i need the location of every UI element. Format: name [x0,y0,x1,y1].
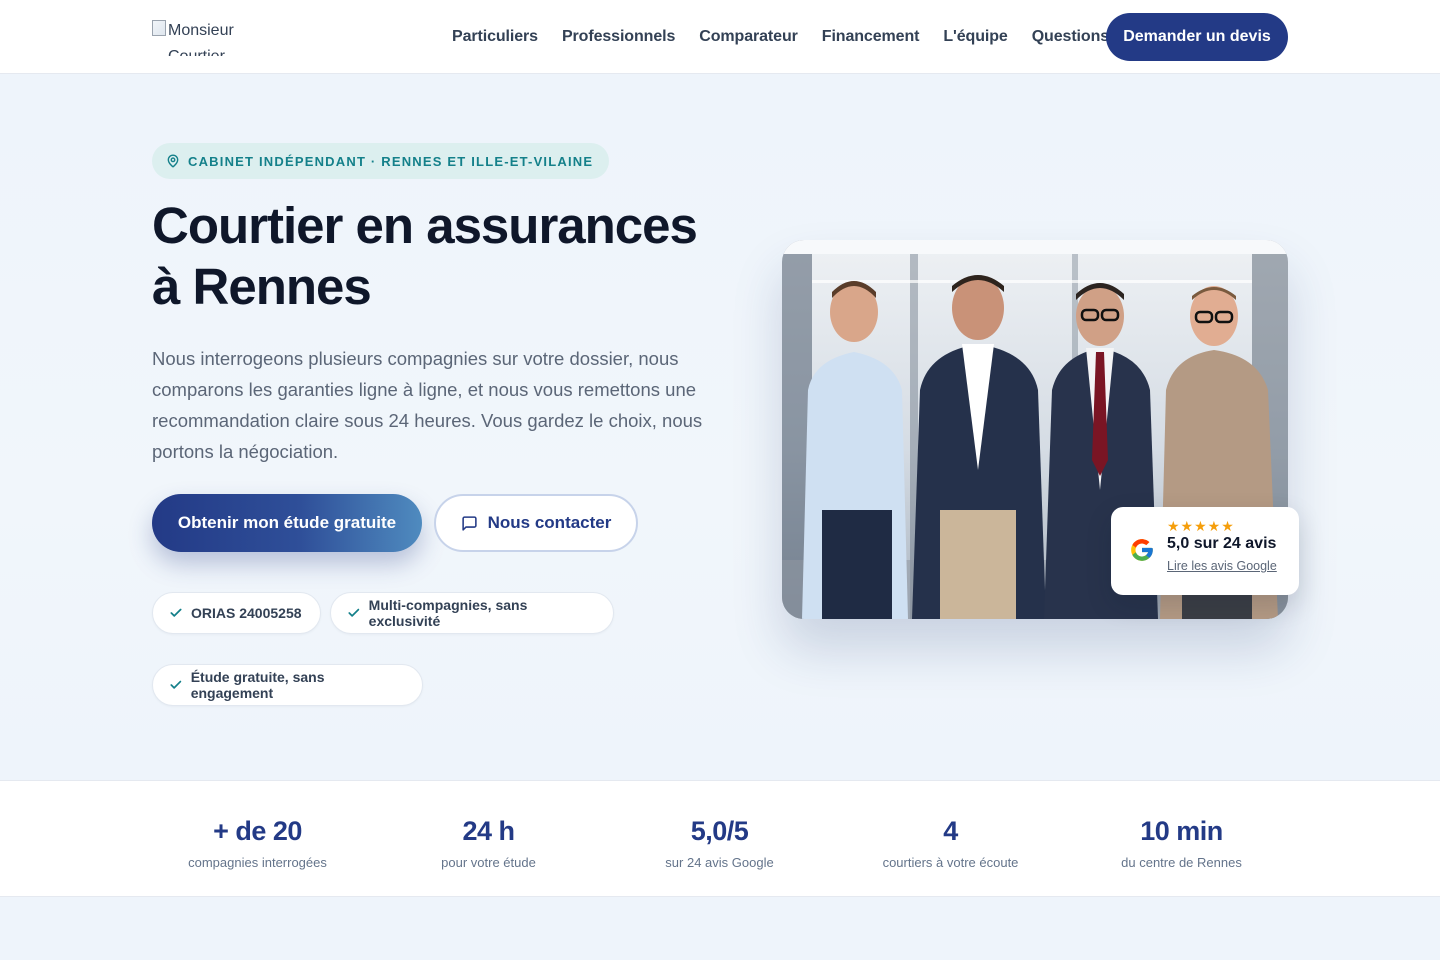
stat-label: pour votre étude [441,855,536,870]
location-badge: CABINET INDÉPENDANT · RENNES ET ILLE-ET-… [152,143,610,179]
stat-value: 4 [943,816,958,846]
location-pin-icon [167,154,179,168]
next-section-start [0,897,1440,960]
stat-label: sur 24 avis Google [665,855,774,870]
nav-professionnels[interactable]: Professionnels [550,28,687,46]
request-quote-button[interactable]: Demander un devis [1106,13,1288,61]
stat-turnaround: 24 h pour votre étude [373,815,604,870]
chat-bubble-icon [461,515,477,531]
review-content: ★★★★★ 5,0 sur 24 avis Lire les avis Goog… [1167,519,1277,595]
title-line-1: Courtier en assurances [152,197,698,254]
free-study-button[interactable]: Obtenir mon étude gratuite [152,494,422,552]
google-review-card: ★★★★★ 5,0 sur 24 avis Lire les avis Goog… [1111,507,1299,595]
nav-comparateur[interactable]: Comparateur [687,28,809,46]
check-icon [348,608,360,617]
rating-stars: ★★★★★ [1167,518,1235,534]
stat-distance: 10 min du centre de Rennes [1066,815,1297,870]
stat-label: compagnies interrogées [188,855,327,870]
site-header: Monsieur Courtier Particuliers Professio… [0,0,1440,74]
page-title: Courtier en assurances à Rennes [152,195,752,317]
check-icon [170,608,182,617]
trust-chip-free-study: Étude gratuite, sans engagement [152,664,423,706]
stat-rating: 5,0/5 sur 24 avis Google [604,815,835,870]
title-line-2: à Rennes [152,258,372,315]
stat-brokers: 4 courtiers à votre écoute [835,815,1066,870]
read-google-reviews-link[interactable]: Lire les avis Google [1167,559,1277,573]
contact-button[interactable]: Nous contacter [434,494,638,552]
broken-image-icon [152,20,166,36]
stat-value: 24 h [462,816,515,846]
review-score: 5,0 sur 24 avis [1167,535,1277,552]
trust-chip-multi-companies: Multi-compagnies, sans exclusivité [330,592,614,634]
check-icon [170,680,182,689]
hero-section: CABINET INDÉPENDANT · RENNES ET ILLE-ET-… [0,75,1440,780]
logo-alt-text: Monsieur Courtier [168,22,234,56]
stat-value: 5,0/5 [690,816,749,846]
chip-label: ORIAS 24005258 [191,605,302,621]
nav-equipe[interactable]: L'équipe [931,28,1019,46]
stat-label: du centre de Rennes [1121,855,1242,870]
badge-label: CABINET INDÉPENDANT · RENNES ET ILLE-ET-… [188,153,594,169]
chip-label: Multi-compagnies, sans exclusivité [368,597,528,629]
stat-value: + de 20 [213,816,302,846]
main-nav: Particuliers Professionnels Comparateur … [440,0,1121,74]
logo[interactable]: Monsieur Courtier [152,18,252,56]
trust-chip-orias: ORIAS 24005258 [152,592,321,634]
nav-financement[interactable]: Financement [810,28,932,46]
hero-lead: Nous interrogeons plusieurs compagnies s… [152,348,703,462]
contact-button-label: Nous contacter [487,513,612,532]
stat-label: courtiers à votre écoute [882,855,1019,870]
stats-strip: + de 20 compagnies interrogées 24 h pour… [0,780,1440,897]
nav-particuliers[interactable]: Particuliers [440,28,550,46]
stat-companies: + de 20 compagnies interrogées [142,815,373,870]
google-logo-icon [1131,539,1153,561]
stat-value: 10 min [1140,816,1223,846]
chip-label: Étude gratuite, sans engagement [190,669,325,701]
